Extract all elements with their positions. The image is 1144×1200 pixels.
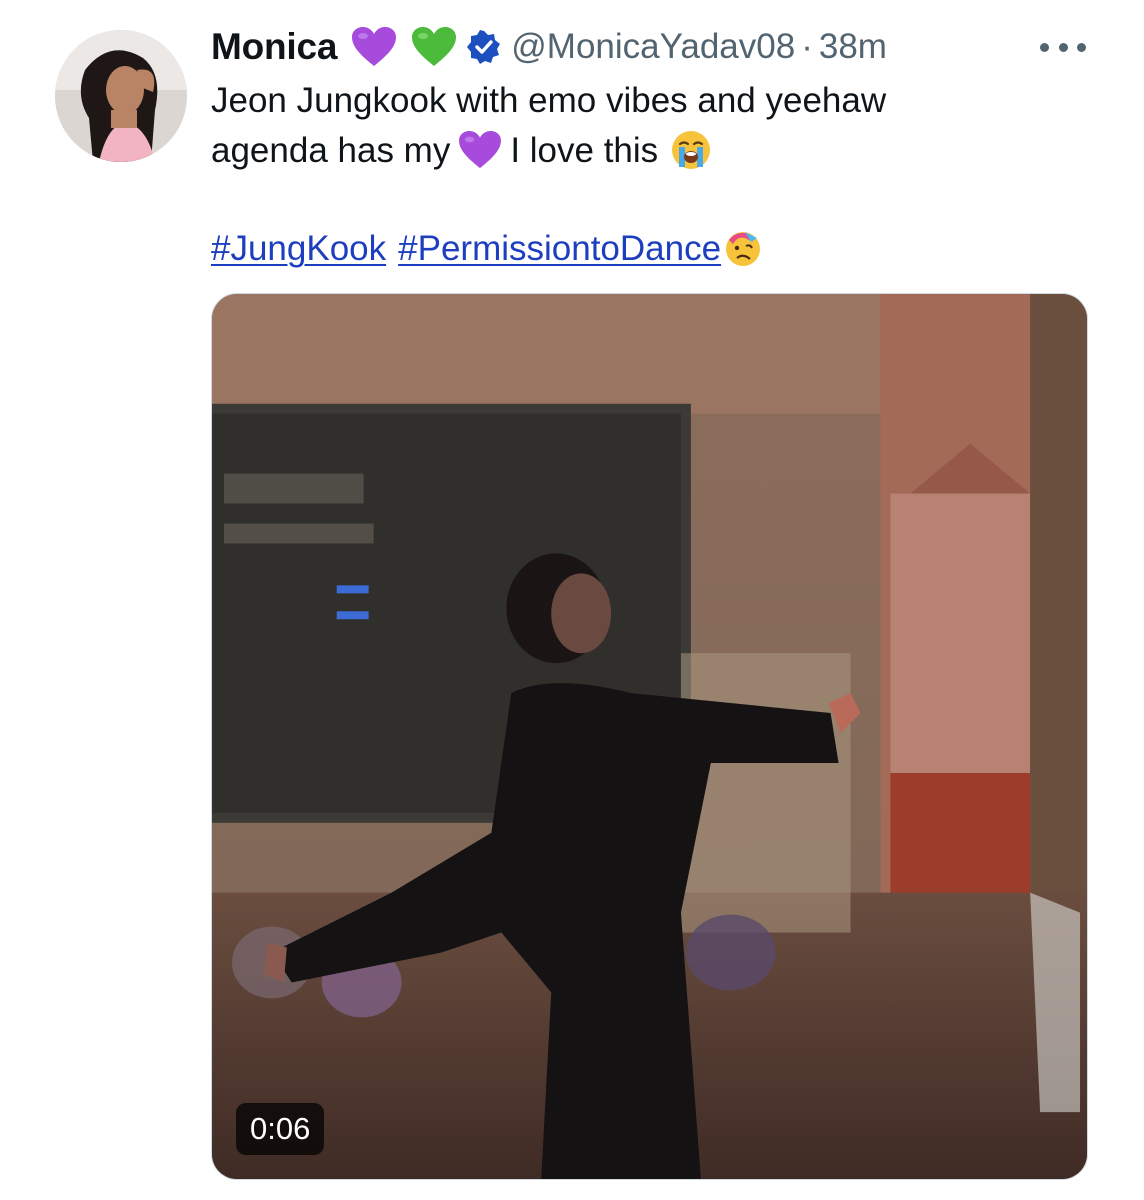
purple-heart-icon <box>351 26 397 68</box>
tweet-text-part-b: I love this <box>510 131 659 170</box>
verified-badge-icon <box>467 30 501 64</box>
tweet-header: Monica @MonicaYadav08 · 38m <box>211 22 887 72</box>
video-thumbnail <box>212 294 1087 1179</box>
hashtag-link-permissiontodance[interactable]: #PermissiontoDance <box>398 229 721 268</box>
hashtag-link-jungkook[interactable]: #JungKook <box>211 229 386 268</box>
tweet[interactable]: Monica @MonicaYadav08 · 38m Jeon Jungkoo… <box>0 0 1144 1200</box>
tweet-text-part-a: agenda has my <box>211 131 451 170</box>
tweet-text-line-2: agenda has my I love this <box>211 126 1091 176</box>
video-duration-badge: 0:06 <box>236 1103 325 1155</box>
video-player[interactable]: 0:06 <box>211 293 1088 1180</box>
separator-dot: · <box>801 27 813 66</box>
hashtags: #JungKook #PermissiontoDance <box>211 224 763 274</box>
avatar-image <box>55 30 187 162</box>
green-heart-icon <box>411 26 457 68</box>
user-handle[interactable]: @MonicaYadav08 <box>511 27 795 67</box>
avatar[interactable] <box>55 30 187 162</box>
tweet-text: Jeon Jungkook with emo vibes and yeehaw … <box>211 76 1091 176</box>
timestamp[interactable]: 38m <box>819 27 887 67</box>
purple-heart-icon <box>458 130 502 170</box>
display-name[interactable]: Monica <box>211 26 337 68</box>
more-options-icon[interactable] <box>1040 32 1086 62</box>
woozy-face-icon <box>723 228 763 268</box>
tweet-text-line-1: Jeon Jungkook with emo vibes and yeehaw <box>211 81 887 120</box>
loudly-crying-face-icon <box>670 129 712 171</box>
